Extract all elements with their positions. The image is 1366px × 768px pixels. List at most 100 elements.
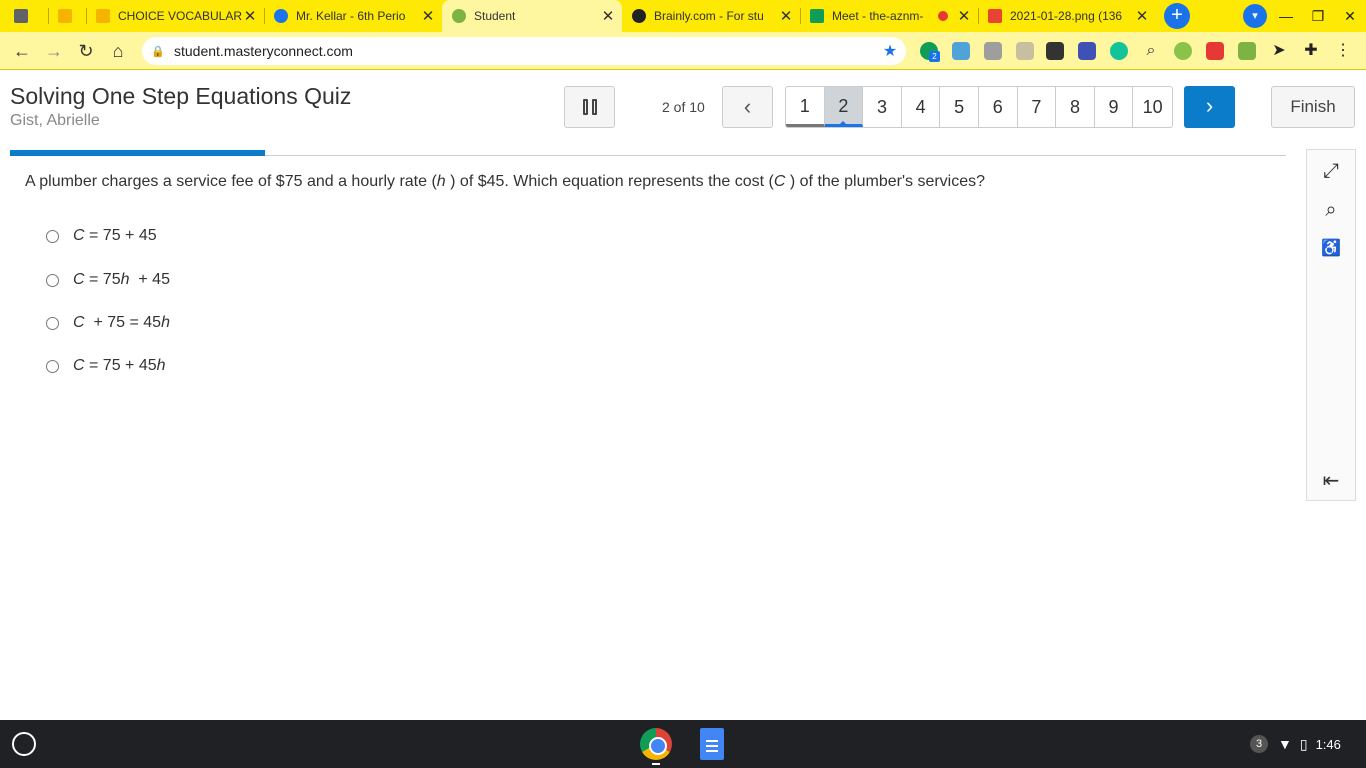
- reload-icon[interactable]: ↻: [72, 37, 100, 65]
- docs-app-icon[interactable]: [700, 728, 724, 760]
- question-navigator: 1 2 3 4 5 6 7 8 9 10: [785, 86, 1173, 128]
- question-button-3[interactable]: 3: [863, 87, 902, 127]
- lock-icon: 🔒: [151, 45, 165, 58]
- question-button-5[interactable]: 5: [940, 87, 979, 127]
- finish-button[interactable]: Finish: [1271, 86, 1355, 128]
- tab-favicon-icon: [988, 9, 1002, 23]
- menu-kebab-icon[interactable]: ⋮: [1334, 42, 1352, 60]
- tab-favicon-icon: [632, 9, 646, 23]
- extension-red-icon[interactable]: [1206, 42, 1224, 60]
- question-button-6[interactable]: 6: [979, 87, 1018, 127]
- tab-favicon-icon: [452, 9, 466, 23]
- question-button-7[interactable]: 7: [1018, 87, 1057, 127]
- tab-favicon-icon: [810, 9, 824, 23]
- notification-count: 3: [1250, 735, 1268, 753]
- docs-line: [706, 745, 718, 747]
- extension-cursor-icon[interactable]: ➤: [1270, 42, 1288, 60]
- extension-badge: 2: [929, 51, 940, 62]
- tab-title: Brainly.com - For stu: [654, 9, 764, 23]
- next-question-button[interactable]: ›: [1184, 86, 1235, 128]
- launcher-icon[interactable]: [12, 732, 36, 756]
- profile-chevron-icon[interactable]: ▾: [1243, 4, 1267, 28]
- radio-button[interactable]: [46, 273, 59, 287]
- home-icon[interactable]: ⌂: [104, 37, 132, 65]
- extension-green-icon[interactable]: [1238, 42, 1256, 60]
- address-bar[interactable]: 🔒 student.masteryconnect.com ★: [142, 37, 906, 65]
- battery-icon: ▯: [1299, 735, 1308, 752]
- question-variable: C: [773, 173, 786, 190]
- answer-choice-text: C = 75h + 45: [73, 271, 170, 288]
- question-text-part: ) of $45. Which equation represents the …: [445, 173, 774, 190]
- grammarly-icon[interactable]: [1110, 42, 1128, 60]
- tab-close-icon[interactable]: ✕: [600, 7, 616, 25]
- question-progress: 2 of 10: [662, 99, 705, 115]
- question-button-9[interactable]: 9: [1095, 87, 1134, 127]
- tab-favicon-icon: [14, 9, 28, 23]
- maximize-icon[interactable]: ❐: [1302, 0, 1334, 32]
- tab-close-icon[interactable]: ✕: [956, 7, 972, 25]
- tab-pinned-1[interactable]: [4, 0, 48, 32]
- tab-strip: CHOICE VOCABULAR ✕ Mr. Kellar - 6th Peri…: [0, 0, 1366, 32]
- answer-choice-a[interactable]: C = 75 + 45: [46, 224, 157, 248]
- tab-close-icon[interactable]: ✕: [242, 7, 258, 25]
- tab-pinned-2[interactable]: [48, 0, 86, 32]
- tab-mr-kellar[interactable]: Mr. Kellar - 6th Perio ✕: [264, 0, 442, 32]
- tab-close-icon[interactable]: ✕: [778, 7, 794, 25]
- tab-png-image[interactable]: 2021-01-28.png (136 ✕: [978, 0, 1156, 32]
- extension-search-icon[interactable]: ⌕: [1142, 42, 1160, 60]
- url-text[interactable]: student.masteryconnect.com: [174, 43, 874, 59]
- tab-favicon-icon: [274, 9, 288, 23]
- magnifier-icon[interactable]: ⌕: [1307, 195, 1355, 225]
- answer-choice-b[interactable]: C = 75h + 45: [46, 268, 170, 292]
- extension-link-icon[interactable]: [1016, 42, 1034, 60]
- answer-choice-d[interactable]: C = 75 + 45h: [46, 354, 166, 378]
- window-close-icon[interactable]: ✕: [1334, 0, 1366, 32]
- system-tray[interactable]: 3 ▼ ▯ 1:46: [1250, 732, 1341, 756]
- tab-choice-vocabulary[interactable]: CHOICE VOCABULAR ✕: [86, 0, 264, 32]
- accessibility-icon[interactable]: ♿: [1307, 234, 1355, 264]
- radio-button[interactable]: [46, 316, 59, 330]
- extension-bolt-icon[interactable]: [952, 42, 970, 60]
- extensions-puzzle-icon[interactable]: ✚: [1302, 42, 1320, 60]
- answer-choice-c[interactable]: C + 75 = 45h: [46, 311, 170, 335]
- expand-icon[interactable]: ⤢: [1307, 156, 1355, 186]
- docs-line: [706, 740, 718, 742]
- extension-chat-icon[interactable]: 2: [920, 42, 940, 62]
- pause-button[interactable]: [564, 86, 615, 128]
- radio-button[interactable]: [46, 229, 59, 243]
- clock: 1:46: [1315, 736, 1341, 752]
- tab-meet[interactable]: Meet - the-aznm- ✕: [800, 0, 978, 32]
- extension-face-icon[interactable]: [1174, 42, 1192, 60]
- back-icon[interactable]: ←: [8, 37, 36, 65]
- os-taskbar: 3 ▼ ▯ 1:46: [0, 720, 1366, 768]
- wifi-icon: ▼: [1278, 736, 1292, 752]
- question-button-8[interactable]: 8: [1056, 87, 1095, 127]
- progress-bar-fill: [10, 150, 266, 156]
- question-button-1[interactable]: 1: [786, 87, 825, 127]
- question-button-4[interactable]: 4: [902, 87, 941, 127]
- extension-shield-icon[interactable]: [984, 42, 1002, 60]
- tab-title: CHOICE VOCABULAR: [118, 9, 242, 23]
- new-tab-button[interactable]: +: [1164, 3, 1190, 29]
- extension-pen-icon[interactable]: [1046, 42, 1064, 60]
- radio-button[interactable]: [46, 359, 59, 373]
- tab-title: Mr. Kellar - 6th Perio: [296, 9, 406, 23]
- extension-book-icon[interactable]: [1078, 42, 1096, 60]
- tab-close-icon[interactable]: ✕: [420, 7, 436, 25]
- minimize-icon[interactable]: —: [1270, 0, 1302, 32]
- question-button-10[interactable]: 10: [1133, 87, 1172, 127]
- previous-question-button[interactable]: ‹: [722, 86, 773, 128]
- question-button-2[interactable]: 2: [824, 87, 864, 127]
- running-indicator: [652, 763, 660, 765]
- chrome-app-icon[interactable]: [640, 728, 672, 760]
- forward-icon[interactable]: →: [40, 37, 68, 65]
- tab-close-icon[interactable]: ✕: [1134, 7, 1150, 25]
- collapse-panel-icon[interactable]: ⇤: [1307, 466, 1355, 496]
- student-name: Gist, Abrielle: [10, 112, 100, 129]
- docs-line: [706, 750, 718, 752]
- bookmark-star-icon[interactable]: ★: [874, 41, 906, 61]
- tab-brainly[interactable]: Brainly.com - For stu ✕: [622, 0, 800, 32]
- browser-toolbar: ← → ↻ ⌂ 🔒 student.masteryconnect.com ★ 2…: [0, 32, 1366, 70]
- chevron-right-icon: ›: [1205, 93, 1214, 118]
- tab-student[interactable]: Student ✕: [442, 0, 622, 32]
